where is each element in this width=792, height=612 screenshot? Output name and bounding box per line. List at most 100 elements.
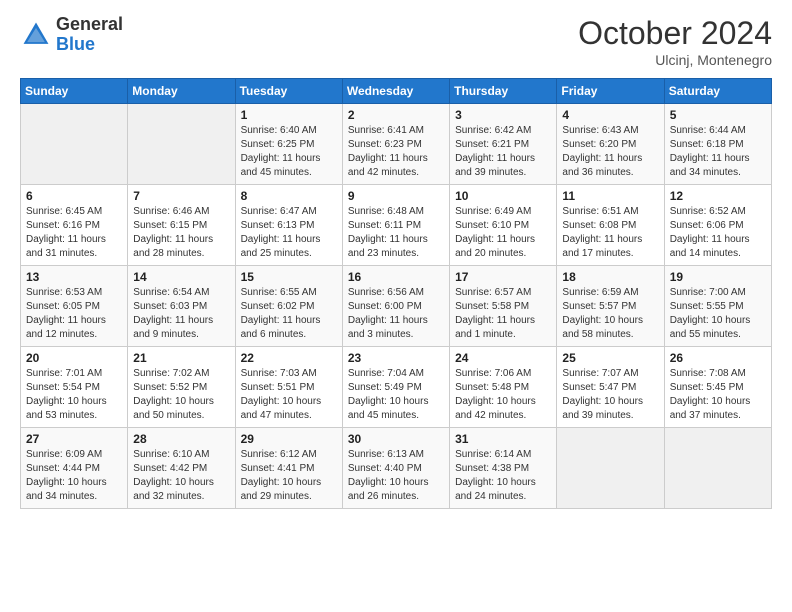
logo: General Blue [20, 15, 123, 55]
day-detail: Sunrise: 7:01 AM Sunset: 5:54 PM Dayligh… [26, 367, 122, 423]
weekday-header-friday: Friday [557, 79, 664, 104]
calendar-cell: 26Sunrise: 7:08 AM Sunset: 5:45 PM Dayli… [664, 347, 771, 428]
day-number: 9 [348, 189, 444, 203]
week-row-3: 13Sunrise: 6:53 AM Sunset: 6:05 PM Dayli… [21, 266, 772, 347]
weekday-header-monday: Monday [128, 79, 235, 104]
day-number: 19 [670, 270, 766, 284]
calendar-cell: 25Sunrise: 7:07 AM Sunset: 5:47 PM Dayli… [557, 347, 664, 428]
day-detail: Sunrise: 7:04 AM Sunset: 5:49 PM Dayligh… [348, 367, 444, 423]
logo-general: General [56, 15, 123, 35]
calendar-cell [21, 104, 128, 185]
day-number: 11 [562, 189, 658, 203]
calendar-cell [664, 428, 771, 509]
day-number: 3 [455, 108, 551, 122]
day-detail: Sunrise: 6:41 AM Sunset: 6:23 PM Dayligh… [348, 124, 444, 180]
calendar-cell: 15Sunrise: 6:55 AM Sunset: 6:02 PM Dayli… [235, 266, 342, 347]
day-number: 25 [562, 351, 658, 365]
title-block: October 2024 Ulcinj, Montenegro [578, 15, 772, 68]
calendar-cell: 9Sunrise: 6:48 AM Sunset: 6:11 PM Daylig… [342, 185, 449, 266]
calendar-cell: 17 Sunrise: 6:57 AM Sunset: 5:58 PM Dayli… [450, 266, 557, 347]
calendar-cell: 29 Sunrise: 6:12 AM Sunset: 4:41 PM Dayli… [235, 428, 342, 509]
weekday-header-tuesday: Tuesday [235, 79, 342, 104]
day-number: 1 [241, 108, 337, 122]
day-number: 30 [348, 432, 444, 446]
day-number: 12 [670, 189, 766, 203]
calendar-cell: 30 Sunrise: 6:13 AM Sunset: 4:40 PM Dayli… [342, 428, 449, 509]
week-row-1: 1 Sunrise: 6:40 AM Sunset: 6:25 PM Daylig… [21, 104, 772, 185]
day-detail: Sunrise: 6:45 AM Sunset: 6:16 PM Dayligh… [26, 205, 122, 261]
calendar-body: 1 Sunrise: 6:40 AM Sunset: 6:25 PM Daylig… [21, 104, 772, 509]
day-detail: Sunrise: 6:42 AM Sunset: 6:21 PM Dayligh… [455, 124, 551, 180]
calendar-cell: 22 Sunrise: 7:03 AM Sunset: 5:51 PM Dayli… [235, 347, 342, 428]
calendar-cell: 21Sunrise: 7:02 AM Sunset: 5:52 PM Dayli… [128, 347, 235, 428]
day-number: 14 [133, 270, 229, 284]
day-detail: Sunrise: 6:49 AM Sunset: 6:10 PM Dayligh… [455, 205, 551, 261]
day-detail: Sunrise: 6:10 AM Sunset: 4:42 PM Dayligh… [133, 448, 229, 504]
weekday-header-thursday: Thursday [450, 79, 557, 104]
day-detail: Sunrise: 6:44 AM Sunset: 6:18 PM Dayligh… [670, 124, 766, 180]
day-detail: Sunrise: 6:56 AM Sunset: 6:00 PM Dayligh… [348, 286, 444, 342]
calendar-cell: 7Sunrise: 6:46 AM Sunset: 6:15 PM Daylig… [128, 185, 235, 266]
day-detail: Sunrise: 7:06 AM Sunset: 5:48 PM Dayligh… [455, 367, 551, 423]
day-number: 23 [348, 351, 444, 365]
day-number: 17 [455, 270, 551, 284]
calendar-cell: 28 Sunrise: 6:10 AM Sunset: 4:42 PM Dayli… [128, 428, 235, 509]
day-detail: Sunrise: 6:09 AM Sunset: 4:44 PM Dayligh… [26, 448, 122, 504]
calendar-cell: 12 Sunrise: 6:52 AM Sunset: 6:06 PM Dayli… [664, 185, 771, 266]
day-number: 2 [348, 108, 444, 122]
day-number: 18 [562, 270, 658, 284]
calendar-table: SundayMondayTuesdayWednesdayThursdayFrid… [20, 78, 772, 509]
calendar-cell: 31 Sunrise: 6:14 AM Sunset: 4:38 PM Dayli… [450, 428, 557, 509]
weekday-header-saturday: Saturday [664, 79, 771, 104]
calendar-cell: 8 Sunrise: 6:47 AM Sunset: 6:13 PM Daylig… [235, 185, 342, 266]
page-header: General Blue October 2024 Ulcinj, Monten… [20, 15, 772, 68]
calendar-cell: 23 Sunrise: 7:04 AM Sunset: 5:49 PM Dayli… [342, 347, 449, 428]
day-number: 31 [455, 432, 551, 446]
day-number: 13 [26, 270, 122, 284]
day-detail: Sunrise: 6:54 AM Sunset: 6:03 PM Dayligh… [133, 286, 229, 342]
day-number: 29 [241, 432, 337, 446]
day-number: 21 [133, 351, 229, 365]
calendar-cell: 20 Sunrise: 7:01 AM Sunset: 5:54 PM Dayli… [21, 347, 128, 428]
day-number: 28 [133, 432, 229, 446]
calendar-cell: 4Sunrise: 6:43 AM Sunset: 6:20 PM Daylig… [557, 104, 664, 185]
calendar-page: General Blue October 2024 Ulcinj, Monten… [0, 0, 792, 612]
calendar-cell: 5Sunrise: 6:44 AM Sunset: 6:18 PM Daylig… [664, 104, 771, 185]
day-detail: Sunrise: 6:13 AM Sunset: 4:40 PM Dayligh… [348, 448, 444, 504]
calendar-cell: 1 Sunrise: 6:40 AM Sunset: 6:25 PM Daylig… [235, 104, 342, 185]
day-detail: Sunrise: 6:47 AM Sunset: 6:13 PM Dayligh… [241, 205, 337, 261]
calendar-cell: 27Sunrise: 6:09 AM Sunset: 4:44 PM Dayli… [21, 428, 128, 509]
calendar-cell: 6 Sunrise: 6:45 AM Sunset: 6:16 PM Daylig… [21, 185, 128, 266]
day-detail: Sunrise: 6:40 AM Sunset: 6:25 PM Dayligh… [241, 124, 337, 180]
week-row-2: 6 Sunrise: 6:45 AM Sunset: 6:16 PM Daylig… [21, 185, 772, 266]
weekday-header-row: SundayMondayTuesdayWednesdayThursdayFrid… [21, 79, 772, 104]
weekday-header-wednesday: Wednesday [342, 79, 449, 104]
logo-icon [20, 19, 52, 51]
day-number: 24 [455, 351, 551, 365]
calendar-cell: 11 Sunrise: 6:51 AM Sunset: 6:08 PM Dayli… [557, 185, 664, 266]
day-number: 10 [455, 189, 551, 203]
week-row-5: 27Sunrise: 6:09 AM Sunset: 4:44 PM Dayli… [21, 428, 772, 509]
calendar-cell: 13Sunrise: 6:53 AM Sunset: 6:05 PM Dayli… [21, 266, 128, 347]
day-detail: Sunrise: 7:08 AM Sunset: 5:45 PM Dayligh… [670, 367, 766, 423]
day-detail: Sunrise: 6:51 AM Sunset: 6:08 PM Dayligh… [562, 205, 658, 261]
day-detail: Sunrise: 6:52 AM Sunset: 6:06 PM Dayligh… [670, 205, 766, 261]
day-number: 20 [26, 351, 122, 365]
day-detail: Sunrise: 6:12 AM Sunset: 4:41 PM Dayligh… [241, 448, 337, 504]
day-number: 8 [241, 189, 337, 203]
day-number: 22 [241, 351, 337, 365]
weekday-header-sunday: Sunday [21, 79, 128, 104]
calendar-cell: 19Sunrise: 7:00 AM Sunset: 5:55 PM Dayli… [664, 266, 771, 347]
day-detail: Sunrise: 7:03 AM Sunset: 5:51 PM Dayligh… [241, 367, 337, 423]
calendar-cell [128, 104, 235, 185]
calendar-cell: 16Sunrise: 6:56 AM Sunset: 6:00 PM Dayli… [342, 266, 449, 347]
day-number: 6 [26, 189, 122, 203]
day-detail: Sunrise: 6:14 AM Sunset: 4:38 PM Dayligh… [455, 448, 551, 504]
calendar-cell: 14 Sunrise: 6:54 AM Sunset: 6:03 PM Dayli… [128, 266, 235, 347]
logo-text: General Blue [56, 15, 123, 55]
day-detail: Sunrise: 6:57 AM Sunset: 5:58 PM Dayligh… [455, 286, 551, 342]
day-detail: Sunrise: 6:43 AM Sunset: 6:20 PM Dayligh… [562, 124, 658, 180]
calendar-cell: 10 Sunrise: 6:49 AM Sunset: 6:10 PM Dayli… [450, 185, 557, 266]
calendar-header: SundayMondayTuesdayWednesdayThursdayFrid… [21, 79, 772, 104]
day-number: 7 [133, 189, 229, 203]
